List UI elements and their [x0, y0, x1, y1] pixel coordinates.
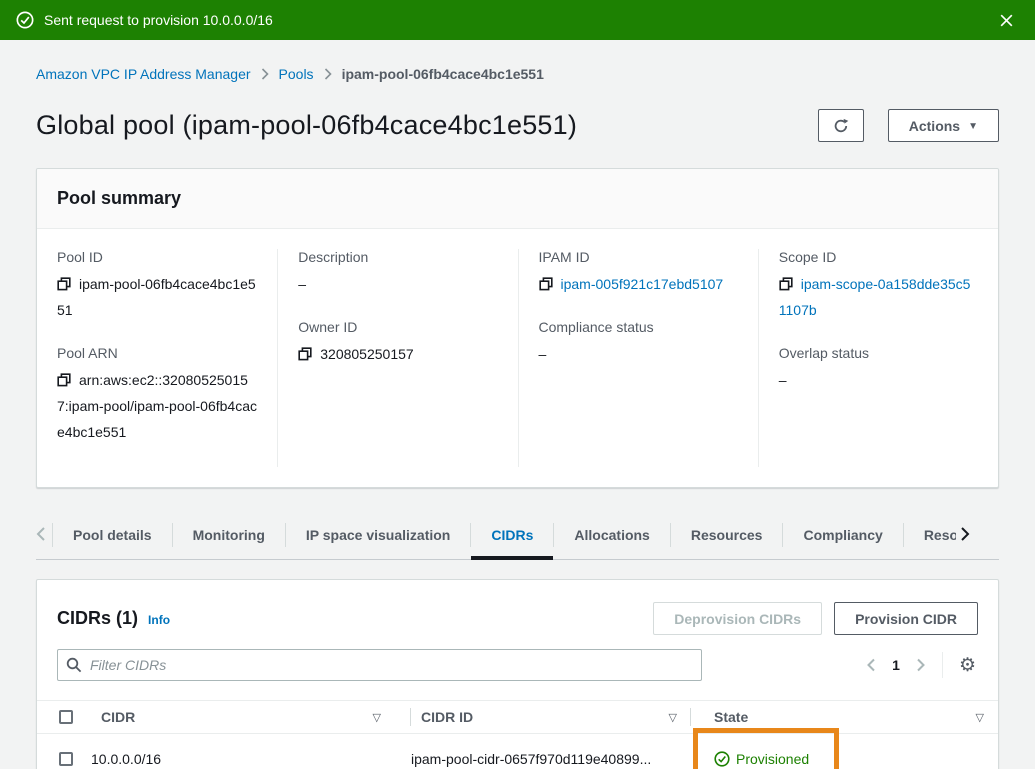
- state-cell: Provisioned: [691, 734, 998, 769]
- table-row: 10.0.0.0/16 ipam-pool-cidr-0657f970d119e…: [37, 734, 998, 769]
- scope-id-link[interactable]: ipam-scope-0a158dde35c51107b: [779, 276, 971, 318]
- breadcrumb: Amazon VPC IP Address Manager Pools ipam…: [36, 40, 999, 82]
- search-icon: [66, 657, 82, 673]
- tabs-scroll-right-icon[interactable]: [956, 519, 970, 559]
- tab-allocations[interactable]: Allocations: [554, 519, 669, 559]
- cidrs-count: (1): [116, 608, 138, 628]
- description-value: –: [298, 271, 497, 297]
- info-link[interactable]: Info: [148, 613, 170, 627]
- row-checkbox[interactable]: [59, 752, 73, 766]
- breadcrumb-chevron-icon: [261, 68, 269, 80]
- tabs-scroll-left-icon[interactable]: [36, 519, 52, 559]
- table-settings-gear-icon[interactable]: ⚙: [957, 654, 978, 677]
- actions-button[interactable]: Actions ▼: [888, 109, 999, 142]
- caret-down-icon: ▼: [968, 121, 978, 132]
- cidrs-title: CIDRs: [57, 608, 111, 628]
- actions-button-label: Actions: [909, 118, 960, 134]
- status-badge: Provisioned: [691, 751, 998, 767]
- flashbar-message: Sent request to provision 10.0.0.0/16: [44, 12, 273, 28]
- column-header-cidr[interactable]: CIDR: [101, 709, 135, 725]
- deprovision-cidrs-button[interactable]: Deprovision CIDRs: [653, 602, 822, 635]
- field-label-scope-id: Scope ID: [779, 249, 978, 265]
- pool-tabs: Pool details Monitoring IP space visuali…: [36, 519, 999, 560]
- tab-resources[interactable]: Resources: [671, 519, 783, 559]
- copy-icon[interactable]: [298, 347, 312, 361]
- cidr-id-cell: ipam-pool-cidr-0657f970d119e40899...: [411, 734, 691, 769]
- copy-icon[interactable]: [539, 277, 553, 291]
- tab-monitoring[interactable]: Monitoring: [173, 519, 285, 559]
- field-label-ipam-id: IPAM ID: [539, 249, 738, 265]
- breadcrumb-chevron-icon: [324, 68, 332, 80]
- pagination-prev-icon[interactable]: [864, 656, 878, 674]
- copy-icon[interactable]: [779, 277, 793, 291]
- tab-ip-space-visualization[interactable]: IP space visualization: [286, 519, 470, 559]
- tab-cidrs[interactable]: CIDRs: [471, 519, 553, 560]
- page-title: Global pool (ipam-pool-06fb4cace4bc1e551…: [36, 110, 577, 141]
- success-flashbar: Sent request to provision 10.0.0.0/16: [0, 0, 1035, 40]
- select-all-checkbox[interactable]: [59, 710, 73, 724]
- flashbar-close-icon[interactable]: [994, 8, 1019, 33]
- success-check-circle-icon: [16, 11, 34, 29]
- compliance-status-value: –: [539, 341, 738, 367]
- cidrs-table: CIDR ▽ CIDR ID ▽ State ▽: [37, 700, 998, 769]
- refresh-icon: [833, 118, 849, 134]
- field-label-owner-id: Owner ID: [298, 319, 497, 335]
- field-label-pool-id: Pool ID: [57, 249, 257, 265]
- pool-summary-title: Pool summary: [57, 188, 978, 209]
- filter-cidrs-input[interactable]: [90, 657, 693, 673]
- cidr-cell: 10.0.0.0/16: [91, 734, 411, 769]
- copy-icon[interactable]: [57, 277, 71, 291]
- provisioned-check-circle-icon: [714, 751, 730, 767]
- refresh-button[interactable]: [818, 109, 864, 142]
- tab-resource-planning[interactable]: Reso: [904, 519, 956, 559]
- tab-compliancy[interactable]: Compliancy: [783, 519, 902, 559]
- sort-icon[interactable]: ▽: [669, 711, 677, 724]
- pagination-page-number[interactable]: 1: [892, 657, 900, 673]
- sort-icon[interactable]: ▽: [373, 711, 381, 724]
- cidrs-card: CIDRs (1) Info Deprovision CIDRs Provisi…: [36, 579, 999, 769]
- filter-cidrs-box: [57, 649, 702, 681]
- provision-cidr-button[interactable]: Provision CIDR: [834, 602, 978, 635]
- ipam-id-link[interactable]: ipam-005f921c17ebd5107: [561, 276, 724, 292]
- breadcrumb-link-ipam[interactable]: Amazon VPC IP Address Manager: [36, 66, 251, 82]
- column-header-state[interactable]: State: [714, 709, 748, 725]
- pagination-next-icon[interactable]: [914, 656, 928, 674]
- pool-arn-value: arn:aws:ec2::320805250157:ipam-pool/ipam…: [57, 372, 257, 440]
- copy-icon[interactable]: [57, 373, 71, 387]
- field-label-description: Description: [298, 249, 497, 265]
- sort-icon[interactable]: ▽: [976, 711, 984, 724]
- column-header-cidr-id[interactable]: CIDR ID: [421, 709, 473, 725]
- breadcrumb-current: ipam-pool-06fb4cace4bc1e551: [342, 66, 544, 82]
- state-label: Provisioned: [736, 751, 809, 767]
- tab-pool-details[interactable]: Pool details: [53, 519, 172, 559]
- pool-id-value: ipam-pool-06fb4cace4bc1e551: [57, 276, 256, 318]
- pool-summary-card: Pool summary Pool ID ipam-pool-06fb4cace…: [36, 168, 999, 488]
- field-label-overlap-status: Overlap status: [779, 345, 978, 361]
- field-label-compliance-status: Compliance status: [539, 319, 738, 335]
- owner-id-value: 320805250157: [320, 346, 413, 362]
- field-label-pool-arn: Pool ARN: [57, 345, 257, 361]
- breadcrumb-link-pools[interactable]: Pools: [279, 66, 314, 82]
- overlap-status-value: –: [779, 367, 978, 393]
